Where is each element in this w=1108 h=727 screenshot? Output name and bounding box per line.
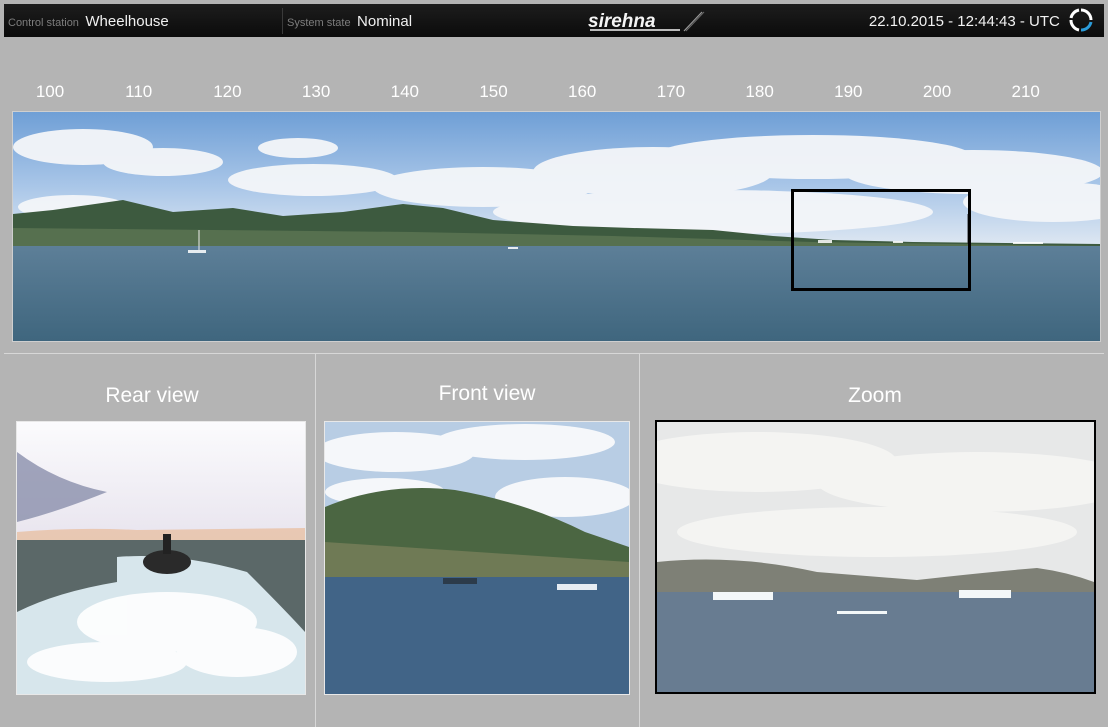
bearing-tick-label: 160 bbox=[568, 82, 597, 101]
bearing-tick-label: 150 bbox=[479, 82, 508, 101]
column-divider-2 bbox=[639, 354, 640, 727]
column-divider-1 bbox=[315, 354, 316, 727]
sirehna-logo: sirehna bbox=[586, 9, 706, 33]
bearing-tick-label: 190 bbox=[834, 82, 863, 101]
bearing-tick-label: 180 bbox=[745, 82, 774, 101]
control-station-value[interactable]: Wheelhouse bbox=[85, 13, 168, 30]
rear-camera-view[interactable] bbox=[16, 421, 306, 695]
bearing-tick-label: 140 bbox=[390, 82, 419, 101]
zoom-title: Zoom bbox=[848, 384, 902, 407]
bearing-tick-label: 200 bbox=[922, 82, 952, 101]
front-view-title: Front view bbox=[438, 382, 536, 405]
sync-icon[interactable] bbox=[1068, 7, 1094, 33]
zoom-camera-view[interactable] bbox=[655, 420, 1096, 694]
top-status-bar: Control station Wheelhouse System state … bbox=[4, 4, 1104, 37]
zoom-selection-box[interactable] bbox=[791, 189, 971, 291]
system-state-value: Nominal bbox=[357, 13, 413, 30]
bearing-tick-label: 170 bbox=[656, 82, 686, 101]
brand-text: sirehna bbox=[588, 11, 656, 32]
clock: 22.10.2015 - 12:44:43 - UTC bbox=[869, 4, 1094, 37]
bearing-tick-label: 100 bbox=[35, 82, 65, 101]
topbar-divider bbox=[282, 8, 283, 34]
control-station-label: Control station bbox=[8, 17, 79, 29]
bearing-tick-label: 210 bbox=[1011, 82, 1040, 101]
bearing-tick-label: 110 bbox=[125, 82, 153, 101]
system-state-group: System state Nominal bbox=[287, 4, 412, 37]
datetime-text: 22.10.2015 - 12:44:43 - UTC bbox=[868, 13, 1060, 30]
bearing-tick-label: 130 bbox=[301, 82, 331, 101]
rear-view-title: Rear view bbox=[105, 384, 199, 407]
control-station-group: Control station Wheelhouse bbox=[8, 4, 169, 37]
section-divider bbox=[4, 353, 1104, 354]
bearing-tick-label: 120 bbox=[213, 82, 242, 101]
front-camera-view[interactable] bbox=[324, 421, 630, 695]
system-state-label: System state bbox=[287, 17, 351, 29]
